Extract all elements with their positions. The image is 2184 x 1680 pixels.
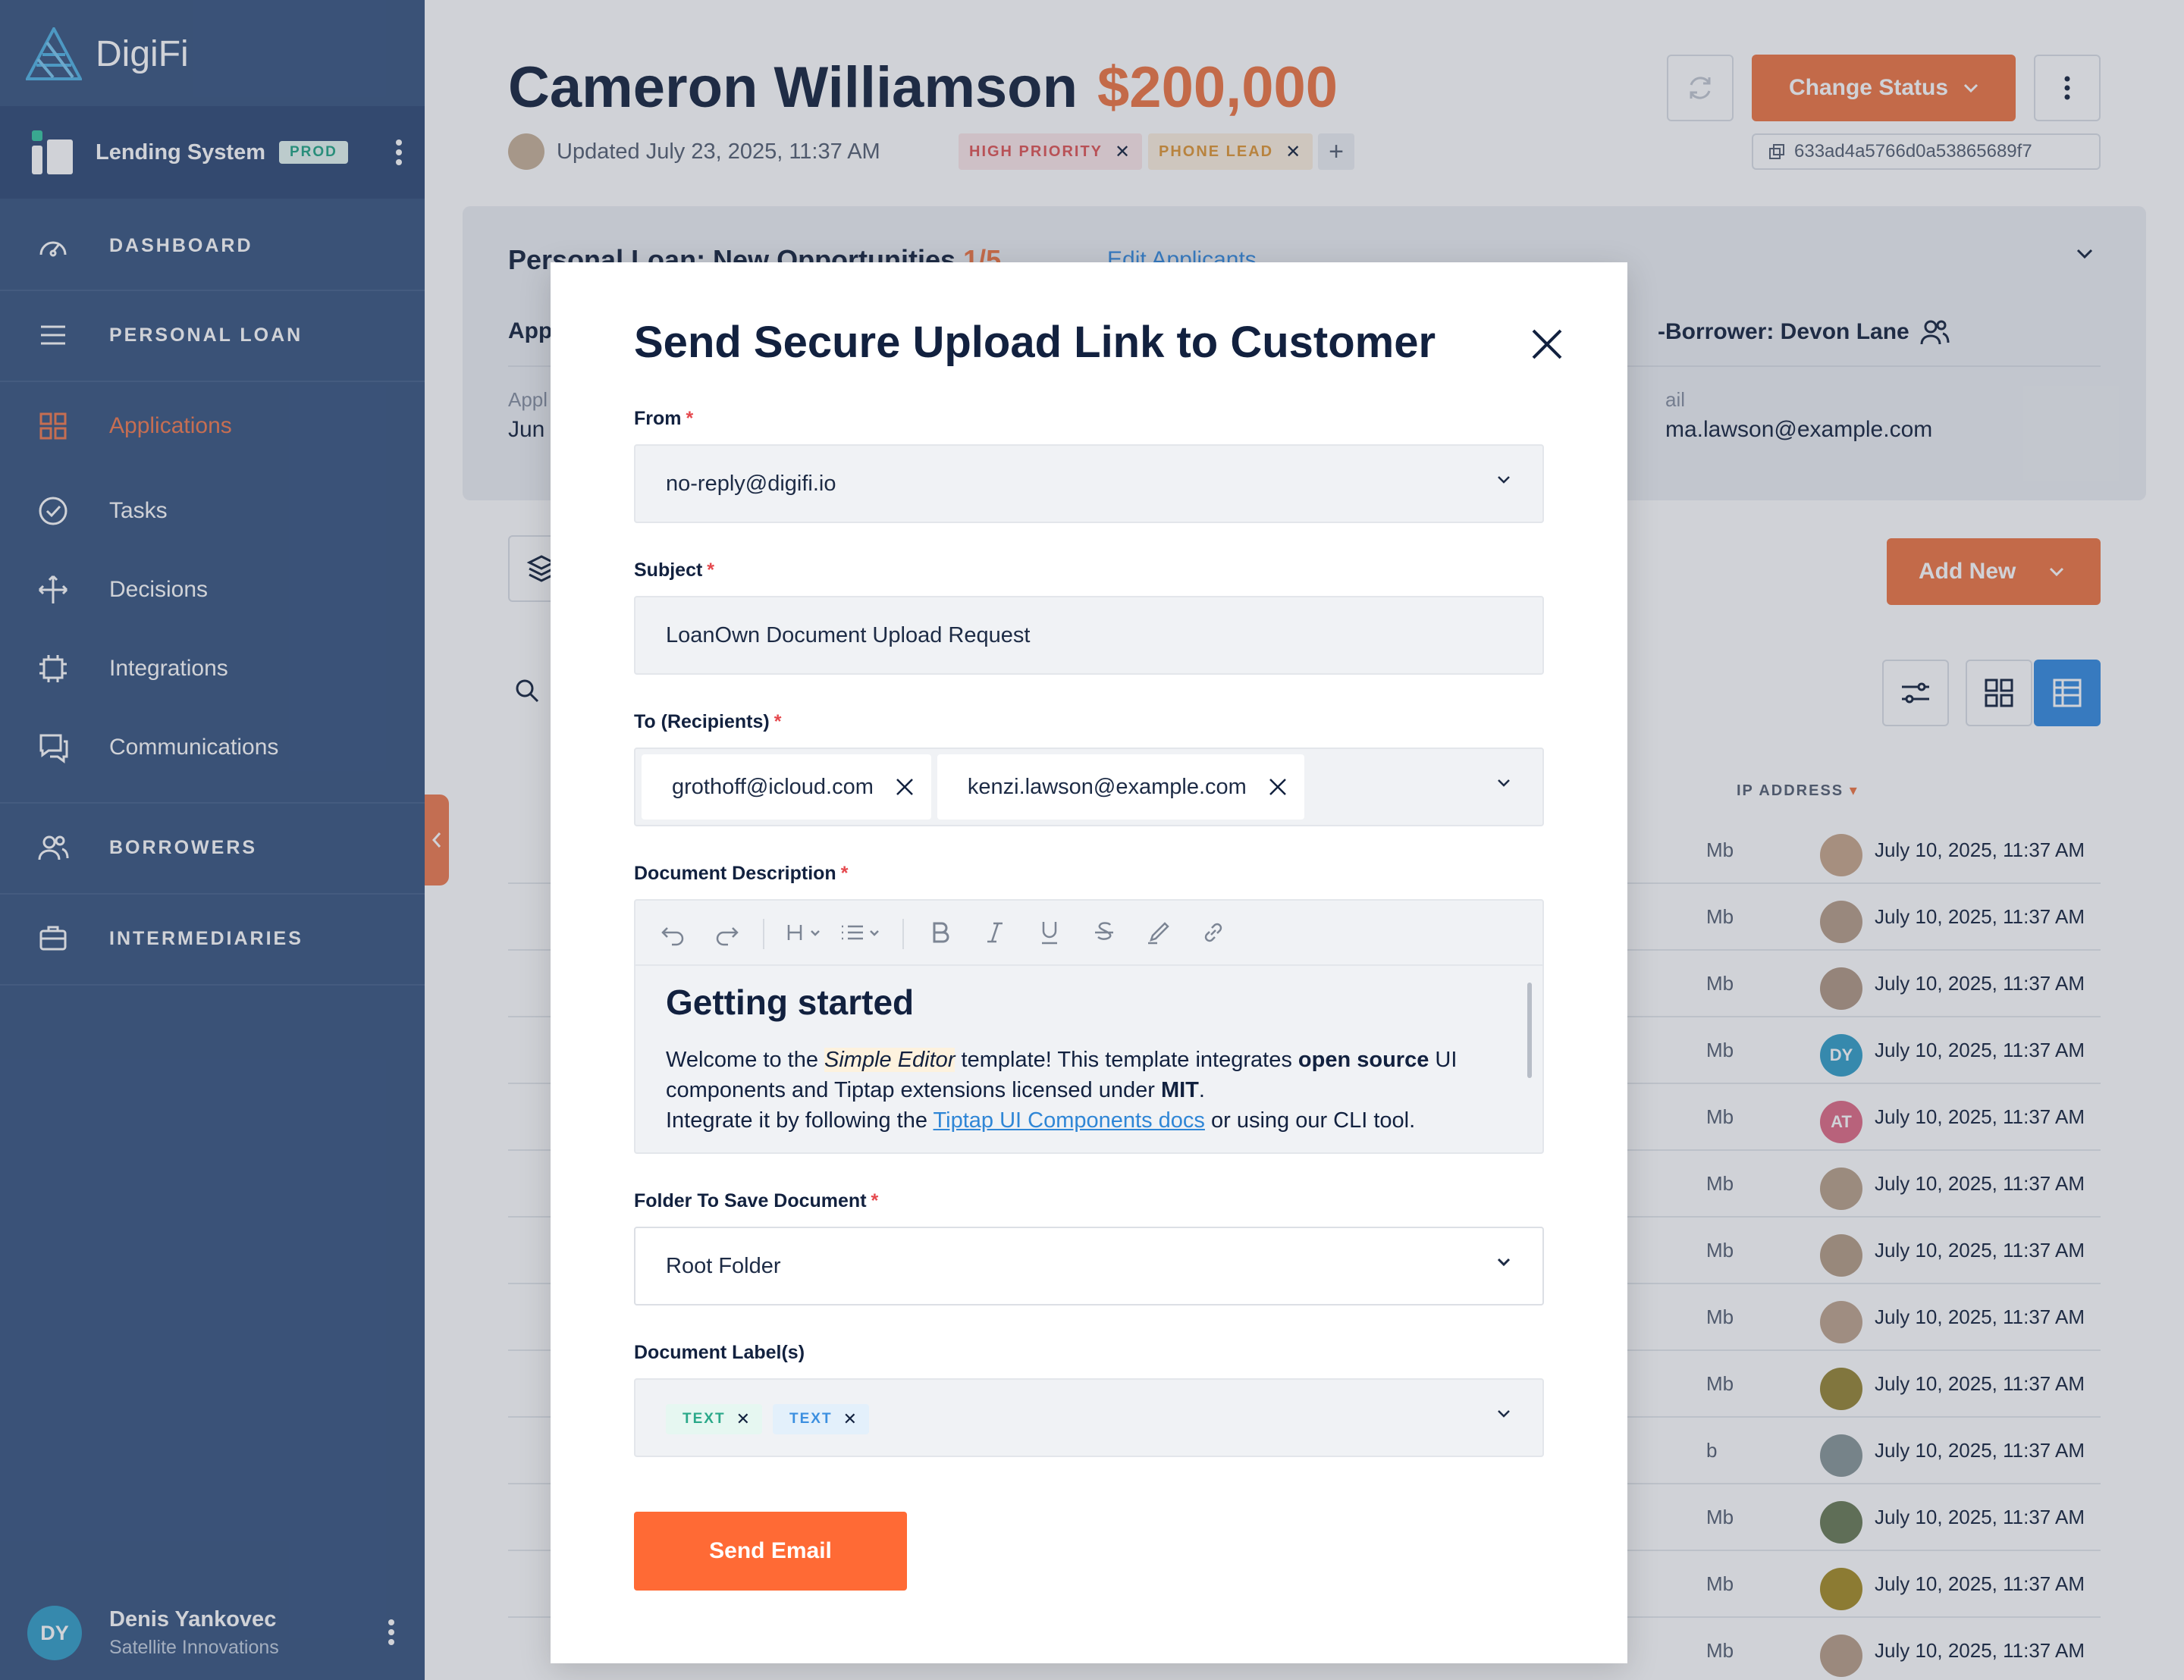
heading-dropdown-icon[interactable] <box>784 917 830 948</box>
folder-select[interactable]: Root Folder <box>634 1227 1544 1305</box>
strikethrough-icon[interactable] <box>1089 917 1119 948</box>
recipient-chip: kenzi.lawson@example.com <box>937 754 1304 820</box>
editor-heading: Getting started <box>666 983 915 1022</box>
chevron-down-icon <box>1498 779 1510 787</box>
document-labels-select[interactable]: TEXT ✕ TEXT ✕ <box>634 1378 1544 1457</box>
from-select[interactable]: no-reply@digifi.io <box>634 444 1544 523</box>
send-email-button[interactable]: Send Email <box>634 1512 907 1591</box>
editor-scrollbar[interactable] <box>1527 983 1532 1078</box>
remove-recipient-icon[interactable] <box>1268 777 1288 797</box>
recipients-select[interactable]: grothoff@icloud.com kenzi.lawson@example… <box>634 748 1544 826</box>
editor-toolbar <box>635 901 1542 966</box>
editor-content[interactable]: Getting started Welcome to the Simple Ed… <box>666 981 1515 1136</box>
label-chip: TEXT ✕ <box>666 1404 762 1434</box>
recipient-chip: grothoff@icloud.com <box>642 754 931 820</box>
highlighter-icon[interactable] <box>1144 917 1174 948</box>
remove-label-icon[interactable]: ✕ <box>736 1409 752 1429</box>
italic-icon[interactable] <box>980 917 1010 948</box>
description-label: Document Description * <box>634 863 849 884</box>
undo-icon[interactable] <box>658 917 689 948</box>
chevron-down-icon <box>1498 1410 1510 1418</box>
folder-label: Folder To Save Document * <box>634 1190 879 1211</box>
to-label: To (Recipients) * <box>634 711 782 732</box>
rich-text-editor[interactable]: Getting started Welcome to the Simple Ed… <box>634 899 1544 1154</box>
modal-title: Send Secure Upload Link to Customer <box>634 318 1436 367</box>
close-icon[interactable] <box>1529 326 1565 362</box>
link-icon[interactable] <box>1198 917 1228 948</box>
subject-input[interactable]: LoanOwn Document Upload Request <box>634 596 1544 675</box>
docs-link[interactable]: Tiptap UI Components docs <box>934 1108 1205 1133</box>
list-dropdown-icon[interactable] <box>839 917 887 948</box>
chevron-down-icon <box>1497 1258 1511 1267</box>
label-chip: TEXT ✕ <box>773 1404 869 1434</box>
redo-icon[interactable] <box>711 917 742 948</box>
remove-label-icon[interactable]: ✕ <box>843 1409 858 1429</box>
chevron-down-icon <box>1498 476 1510 484</box>
labels-label: Document Label(s) <box>634 1342 805 1363</box>
send-upload-link-modal: Send Secure Upload Link to Customer From… <box>551 262 1627 1663</box>
underline-icon[interactable] <box>1034 917 1065 948</box>
subject-label: Subject * <box>634 559 715 581</box>
bold-icon[interactable] <box>925 917 956 948</box>
editor-paragraph: Integrate it by following the Tiptap UI … <box>666 1108 1416 1133</box>
remove-recipient-icon[interactable] <box>895 777 915 797</box>
from-label: From * <box>634 408 694 429</box>
editor-paragraph: Welcome to the Simple Editor template! T… <box>666 1048 1458 1102</box>
